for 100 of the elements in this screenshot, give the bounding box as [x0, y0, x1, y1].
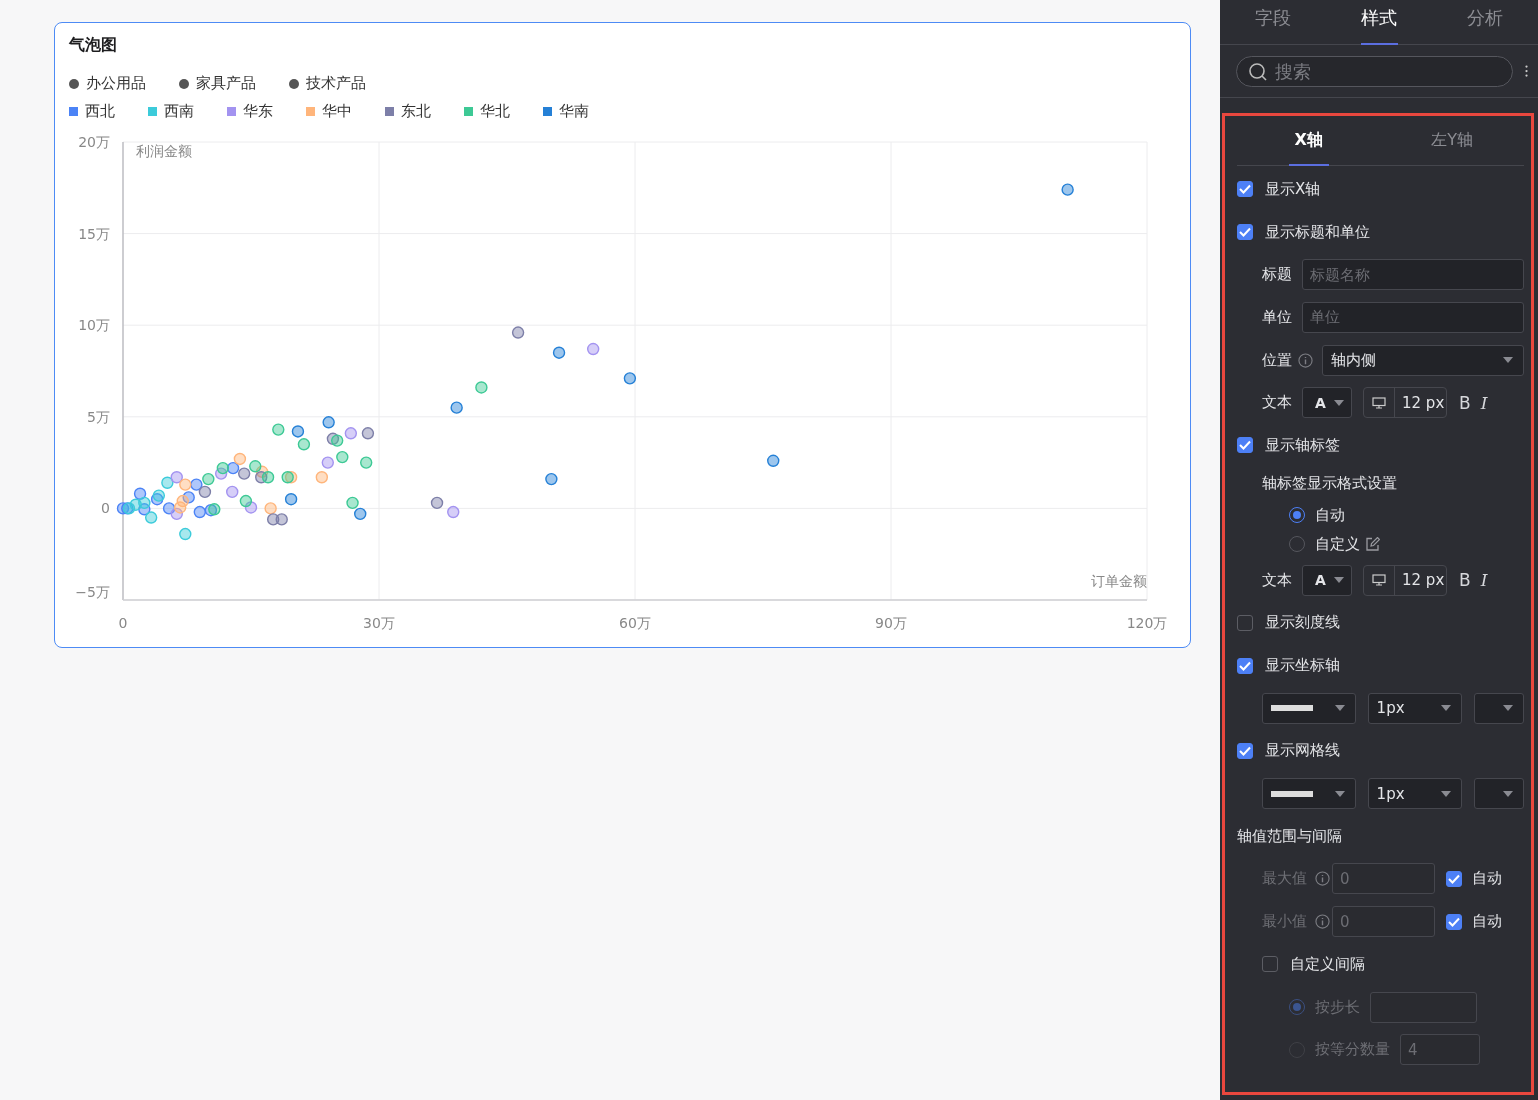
- legend-label[interactable]: 华中: [322, 102, 352, 121]
- caret-icon: [1333, 577, 1344, 584]
- search-field[interactable]: 搜索: [1236, 55, 1513, 87]
- bubble: [552, 346, 566, 359]
- legend-label[interactable]: 西北: [85, 102, 115, 121]
- font-color-select[interactable]: A: [1302, 387, 1352, 419]
- line-color-select[interactable]: [1474, 778, 1524, 810]
- legend-dot: [179, 78, 189, 89]
- bubble: [198, 485, 212, 499]
- y-tick-label: 0: [101, 500, 110, 517]
- checkbox[interactable]: [1237, 742, 1253, 759]
- italic-button[interactable]: I: [1480, 392, 1488, 413]
- bubble: [216, 461, 230, 475]
- bubble: [587, 342, 600, 356]
- line-width-select[interactable]: 1px: [1367, 692, 1463, 724]
- y-tick-label: 10万: [78, 317, 110, 334]
- bubble: [284, 493, 298, 506]
- bubble: [545, 472, 558, 486]
- axis-tab[interactable]: 左Y轴: [1380, 116, 1524, 165]
- bubble: [336, 450, 349, 464]
- checkbox[interactable]: [1237, 614, 1253, 631]
- caret-icon: [1503, 705, 1513, 712]
- bubble: [767, 454, 780, 467]
- bubble: [354, 507, 367, 521]
- edit-icon[interactable]: [1365, 536, 1380, 552]
- bubble: [360, 456, 373, 469]
- font-size-field[interactable]: 12 px: [1363, 564, 1447, 596]
- bubble: [331, 434, 344, 447]
- line-style-select[interactable]: [1262, 778, 1356, 810]
- legend-label[interactable]: 西南: [164, 102, 194, 121]
- search-icon: [1248, 61, 1268, 82]
- checkbox-label: 显示标题和单位: [1265, 222, 1370, 242]
- bubble: [138, 503, 151, 516]
- legend-label[interactable]: 华北: [480, 102, 510, 121]
- checkbox-label: 自定义间隔: [1290, 954, 1365, 974]
- bubble: [430, 496, 444, 510]
- bubble: [176, 494, 189, 508]
- bubble: [326, 432, 340, 445]
- x-tick-label: 90万: [875, 615, 907, 631]
- setting-label: 文本: [1262, 570, 1292, 590]
- setting-label: 最小值: [1262, 912, 1307, 932]
- bubble: [450, 401, 463, 414]
- line-style-select[interactable]: [1262, 692, 1356, 724]
- bubble: [214, 467, 228, 480]
- bubble: [182, 491, 195, 504]
- bubble: [244, 501, 258, 514]
- bubble: [152, 489, 166, 502]
- radio-label: 自动: [1315, 505, 1345, 525]
- legend-label[interactable]: 技术产品: [306, 74, 366, 93]
- checkbox-label: 显示X轴: [1265, 179, 1321, 199]
- bubble: [623, 372, 637, 385]
- position-select[interactable]: 轴内侧: [1322, 344, 1524, 376]
- legend-dot: [289, 78, 299, 89]
- bubble: [179, 527, 192, 541]
- panel-tab[interactable]: 样式: [1326, 0, 1432, 44]
- checkbox[interactable]: [1237, 181, 1253, 198]
- bold-button[interactable]: B: [1459, 570, 1471, 591]
- checkbox[interactable]: [1237, 657, 1253, 674]
- bubble: [233, 452, 247, 466]
- monitor-icon: [1372, 574, 1386, 587]
- legend-label[interactable]: 东北: [401, 102, 431, 121]
- axis-tab[interactable]: X轴: [1237, 116, 1381, 165]
- x-axis-title: 订单金额: [1091, 573, 1147, 589]
- legend-label[interactable]: 办公用品: [86, 74, 146, 93]
- caret-icon: [1334, 790, 1345, 797]
- checkbox[interactable]: [1237, 437, 1253, 454]
- monitor-icon: [1372, 396, 1386, 409]
- line-color-select[interactable]: [1474, 692, 1524, 724]
- caret-icon: [1503, 790, 1513, 797]
- text-field[interactable]: 单位: [1302, 301, 1524, 333]
- text-field[interactable]: 标题名称: [1302, 259, 1524, 291]
- bubble: [264, 502, 277, 515]
- y-tick-label: 5万: [87, 408, 110, 425]
- checkbox[interactable]: [1237, 224, 1253, 241]
- bold-button[interactable]: B: [1459, 392, 1471, 413]
- bubble: [239, 494, 253, 508]
- bubble: [261, 471, 275, 484]
- bubble: [297, 438, 311, 451]
- legend-label[interactable]: 家具产品: [196, 74, 256, 93]
- font-size-field[interactable]: 12 px: [1363, 387, 1447, 419]
- legend-label[interactable]: 华南: [559, 102, 589, 121]
- bubble: [133, 487, 147, 500]
- font-color-select[interactable]: A: [1302, 564, 1352, 596]
- setting-label: 单位: [1262, 307, 1292, 327]
- radio-label: 自定义: [1315, 534, 1360, 554]
- legend-dot: [69, 78, 79, 89]
- italic-button[interactable]: I: [1480, 570, 1488, 591]
- bubble: [179, 478, 192, 491]
- checkbox[interactable]: [1262, 956, 1278, 973]
- bubble: [346, 496, 359, 510]
- bubble: [237, 467, 251, 480]
- legend-label[interactable]: 华东: [243, 102, 273, 121]
- panel-tab[interactable]: 字段: [1220, 0, 1326, 44]
- bubble: [173, 501, 187, 514]
- bubble: [249, 460, 262, 473]
- panel-tab[interactable]: 分析: [1432, 0, 1538, 44]
- bubble: [226, 485, 239, 499]
- info-icon: [1298, 352, 1313, 368]
- more-icon[interactable]: [1525, 63, 1528, 79]
- line-width-select[interactable]: 1px: [1367, 778, 1463, 810]
